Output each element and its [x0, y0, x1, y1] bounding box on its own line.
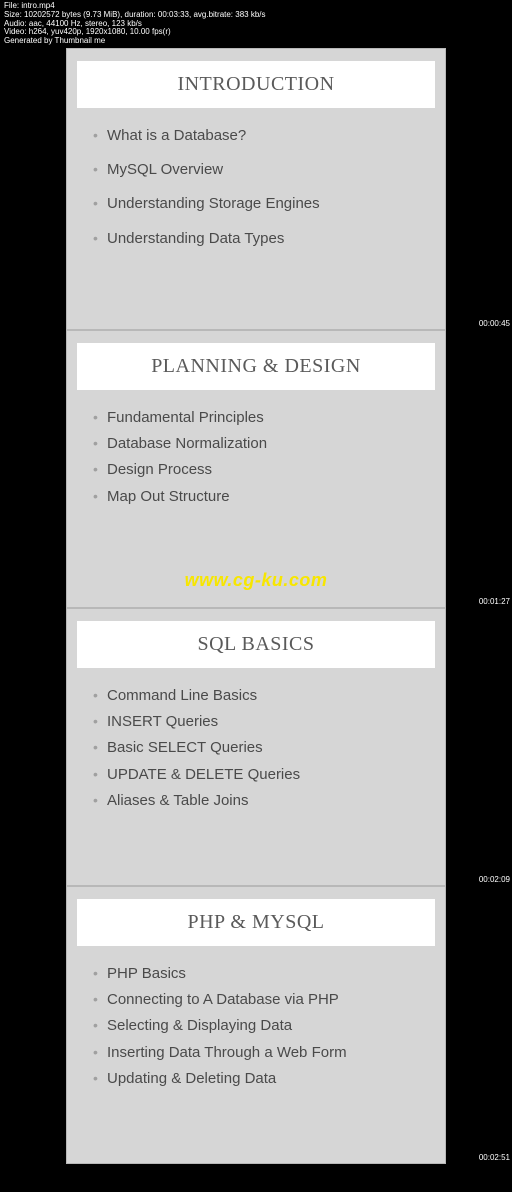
list-item: Database Normalization: [93, 434, 427, 454]
watermark: www.cg-ku.com: [185, 570, 328, 591]
slide-title: PLANNING & DESIGN: [85, 355, 427, 378]
slide-list: What is a Database? MySQL Overview Under…: [77, 126, 435, 249]
list-item: Aliases & Table Joins: [93, 791, 427, 811]
list-item: Understanding Data Types: [93, 229, 427, 249]
thumbnail-3: SQL BASICS Command Line Basics INSERT Qu…: [66, 608, 446, 886]
slide-header: SQL BASICS: [77, 621, 435, 668]
list-item: Updating & Deleting Data: [93, 1069, 427, 1089]
list-item: Design Process: [93, 460, 427, 480]
list-item: Connecting to A Database via PHP: [93, 990, 427, 1010]
slide-title: INTRODUCTION: [85, 73, 427, 96]
timestamp: 00:02:51: [479, 1153, 510, 1162]
list-item: What is a Database?: [93, 126, 427, 146]
slide-php-mysql: PHP & MYSQL PHP Basics Connecting to A D…: [66, 886, 446, 1164]
file-metadata: File: intro.mp4 Size: 10202572 bytes (9.…: [0, 0, 512, 48]
timestamp: 00:01:27: [479, 597, 510, 606]
slide-header: PHP & MYSQL: [77, 899, 435, 946]
list-item: INSERT Queries: [93, 712, 427, 732]
slide-list: Fundamental Principles Database Normaliz…: [77, 408, 435, 507]
list-item: Fundamental Principles: [93, 408, 427, 428]
slide-header: INTRODUCTION: [77, 61, 435, 108]
list-item: Basic SELECT Queries: [93, 738, 427, 758]
thumbnail-2: PLANNING & DESIGN Fundamental Principles…: [66, 330, 446, 608]
slide-header: PLANNING & DESIGN: [77, 343, 435, 390]
timestamp: 00:02:09: [479, 875, 510, 884]
meta-generator: Generated by Thumbnail me: [4, 37, 508, 46]
slide-planning: PLANNING & DESIGN Fundamental Principles…: [66, 330, 446, 608]
list-item: Selecting & Displaying Data: [93, 1016, 427, 1036]
list-item: Inserting Data Through a Web Form: [93, 1043, 427, 1063]
timestamp: 00:00:45: [479, 319, 510, 328]
thumbnail-1: INTRODUCTION What is a Database? MySQL O…: [66, 48, 446, 330]
list-item: Map Out Structure: [93, 487, 427, 507]
list-item: UPDATE & DELETE Queries: [93, 765, 427, 785]
thumbnail-grid: INTRODUCTION What is a Database? MySQL O…: [0, 48, 512, 1164]
slide-list: Command Line Basics INSERT Queries Basic…: [77, 686, 435, 811]
list-item: PHP Basics: [93, 964, 427, 984]
list-item: MySQL Overview: [93, 160, 427, 180]
list-item: Understanding Storage Engines: [93, 194, 427, 214]
list-item: Command Line Basics: [93, 686, 427, 706]
slide-title: SQL BASICS: [85, 633, 427, 656]
thumbnail-4: PHP & MYSQL PHP Basics Connecting to A D…: [66, 886, 446, 1164]
slide-list: PHP Basics Connecting to A Database via …: [77, 964, 435, 1089]
slide-title: PHP & MYSQL: [85, 911, 427, 934]
slide-introduction: INTRODUCTION What is a Database? MySQL O…: [66, 48, 446, 330]
slide-sql-basics: SQL BASICS Command Line Basics INSERT Qu…: [66, 608, 446, 886]
